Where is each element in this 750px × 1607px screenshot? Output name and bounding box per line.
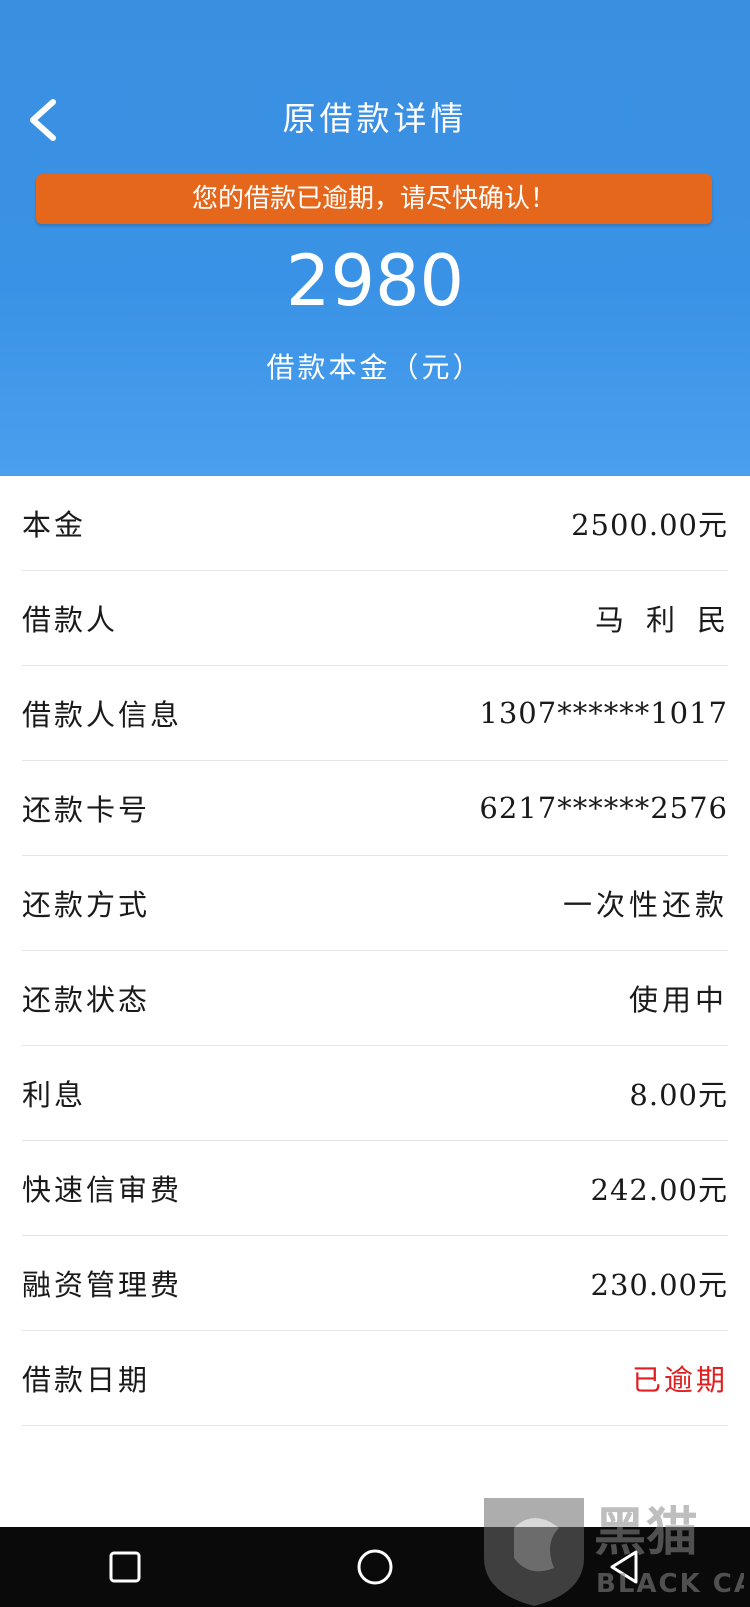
loan-amount-label: 借款本金（元） bbox=[266, 351, 484, 384]
loan-amount: 2980 bbox=[285, 240, 465, 322]
detail-row-borrower: 借款人 马利民 bbox=[22, 571, 728, 666]
detail-label: 快速信审费 bbox=[22, 1173, 183, 1207]
detail-value: 一次性还款 bbox=[562, 888, 728, 922]
detail-list: 本金 2500.00元 借款人 马利民 借款人信息 1307******1017… bbox=[0, 476, 750, 1426]
detail-label: 借款日期 bbox=[22, 1363, 151, 1397]
detail-label: 借款人信息 bbox=[22, 698, 183, 732]
detail-row-interest: 利息 8.00元 bbox=[22, 1046, 728, 1141]
detail-row-loan-date: 借款日期 已逾期 bbox=[22, 1331, 728, 1426]
detail-row-review-fee: 快速信审费 242.00元 bbox=[22, 1141, 728, 1236]
detail-label: 还款方式 bbox=[22, 888, 151, 922]
square-icon bbox=[109, 1551, 141, 1583]
detail-label: 融资管理费 bbox=[22, 1268, 183, 1302]
detail-row-card-number: 还款卡号 6217******2576 bbox=[22, 761, 728, 856]
detail-value: 230.00元 bbox=[590, 1268, 728, 1302]
recent-apps-button[interactable] bbox=[85, 1527, 165, 1607]
detail-label: 借款人 bbox=[22, 603, 119, 637]
detail-row-borrower-info: 借款人信息 1307******1017 bbox=[22, 666, 728, 761]
detail-label: 还款状态 bbox=[22, 983, 151, 1017]
detail-value: 1307******1017 bbox=[479, 696, 728, 730]
detail-row-repay-method: 还款方式 一次性还款 bbox=[22, 856, 728, 951]
overdue-status: 已逾期 bbox=[631, 1363, 728, 1397]
home-button[interactable] bbox=[335, 1527, 415, 1607]
header: 原借款详情 您的借款已逾期，请尽快确认！ 2980 借款本金（元） bbox=[0, 0, 750, 476]
detail-value: 马利民 bbox=[594, 603, 748, 637]
detail-label: 还款卡号 bbox=[22, 793, 151, 827]
detail-value: 6217******2576 bbox=[479, 791, 728, 825]
detail-label: 本金 bbox=[22, 508, 87, 542]
detail-row-repay-status: 还款状态 使用中 bbox=[22, 951, 728, 1046]
detail-row-principal: 本金 2500.00元 bbox=[22, 476, 728, 571]
system-nav-bar bbox=[0, 1527, 750, 1607]
detail-value: 8.00元 bbox=[629, 1078, 728, 1112]
circle-icon bbox=[357, 1549, 393, 1585]
detail-label: 利息 bbox=[22, 1078, 87, 1112]
system-back-button[interactable] bbox=[585, 1527, 665, 1607]
detail-value: 使用中 bbox=[628, 983, 728, 1017]
overdue-banner: 您的借款已逾期，请尽快确认！ bbox=[36, 174, 712, 224]
page-title: 原借款详情 bbox=[282, 99, 468, 138]
detail-row-management-fee: 融资管理费 230.00元 bbox=[22, 1236, 728, 1331]
triangle-back-icon bbox=[610, 1550, 638, 1584]
detail-value: 2500.00元 bbox=[571, 508, 728, 542]
detail-value: 242.00元 bbox=[590, 1173, 728, 1207]
